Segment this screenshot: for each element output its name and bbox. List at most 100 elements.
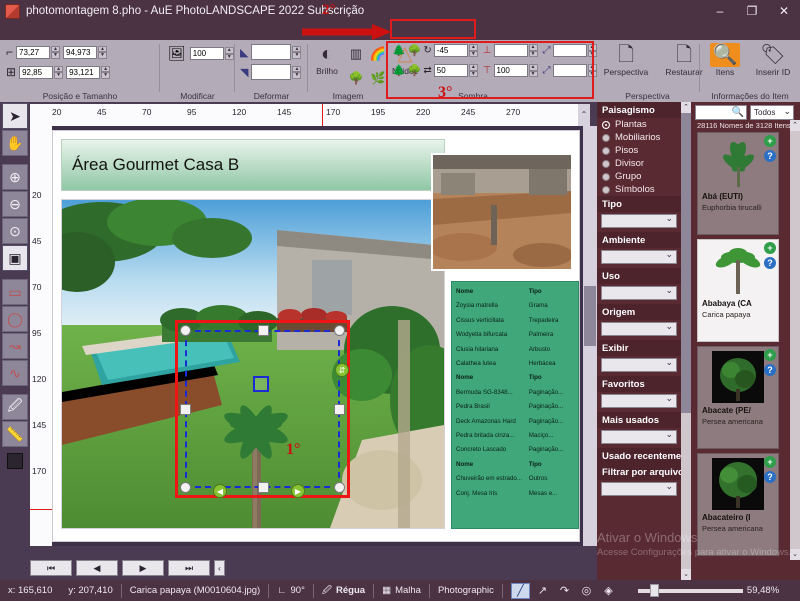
ellipse-tool[interactable]: ◯ (2, 306, 28, 332)
shadow-opacity-down[interactable]: ▼ (528, 70, 538, 77)
contrast-button[interactable]: ▥ 🌳 (346, 42, 366, 90)
circle-snap-tool[interactable]: ◎ (577, 583, 596, 599)
line-draw-tool[interactable]: ╱ (510, 582, 530, 599)
close-button[interactable]: ✕ (768, 0, 800, 22)
category-select[interactable]: Todos ⌄ (750, 105, 794, 120)
shadow-length-input[interactable] (433, 64, 468, 77)
filter-select-uso[interactable] (601, 285, 677, 300)
item-scroll-down[interactable]: ⌄ (790, 549, 800, 560)
first-page-button[interactable]: ⏮ (30, 560, 72, 576)
size-h-stepper[interactable]: ▲▼ (66, 65, 111, 79)
insert-id-button[interactable]: 🏷 Inserir ID (748, 43, 798, 77)
filter-scroll-up[interactable]: ⌃ (681, 102, 691, 113)
items-button[interactable]: 🔍 Itens (702, 43, 748, 77)
radio-simbolos[interactable]: Símbolos (597, 183, 681, 196)
shadow-opacity-input[interactable] (493, 64, 528, 77)
position-x-down[interactable]: ▼ (51, 52, 61, 59)
selection-handle-sw[interactable] (180, 482, 191, 493)
zoom-out-tool[interactable]: ⊖ (2, 191, 28, 217)
freehand-tool[interactable]: ↝ (2, 333, 28, 359)
modify-stepper[interactable]: ▲▼ (189, 47, 234, 60)
zoom-region-tool[interactable]: ▣ (2, 245, 28, 271)
position-y-input[interactable] (63, 45, 98, 59)
polyline-tool[interactable]: ∿ (2, 360, 28, 386)
canvas-scroll-thumb[interactable] (584, 286, 596, 346)
select-arrow-tool[interactable]: ➤ (2, 103, 28, 129)
warp-bottom-icon[interactable]: ◥ (240, 66, 248, 79)
minimize-button[interactable]: – (704, 0, 736, 22)
item-scroll-up[interactable]: ⌃ (790, 120, 800, 131)
list-item[interactable]: Abacateiro (I Persea americana + ? (697, 453, 779, 556)
item-list-scrollbar[interactable]: ⌃ ⌄ (790, 120, 800, 560)
warp-top-input[interactable] (251, 44, 292, 60)
selection-handle-ne[interactable] (334, 325, 345, 336)
measure-ruler-tool[interactable]: 📏 (2, 421, 28, 447)
maximize-button[interactable]: ❐ (736, 0, 768, 22)
modify-down[interactable]: ▼ (224, 53, 234, 60)
add-item-icon[interactable]: + (764, 349, 776, 361)
add-item-icon[interactable]: + (764, 456, 776, 468)
page-sheet[interactable]: Área Gourmet Casa B Nome Tipo Zoysia mat… (52, 130, 580, 542)
grid-toggle[interactable]: ▦ Malha (374, 585, 429, 596)
position-x-input[interactable] (16, 45, 51, 59)
node-snap-tool[interactable]: ◈ (599, 583, 618, 599)
list-item[interactable]: Abá (EUTI) Euphorbia tirucalli + ? (697, 132, 779, 235)
size-h-down[interactable]: ▼ (101, 72, 111, 79)
shadow-angle-stepper[interactable]: ▲▼ (433, 44, 478, 57)
shadow-length-stepper[interactable]: ▲▼ (433, 64, 478, 77)
banner-title-block[interactable]: Área Gourmet Casa B (61, 139, 445, 191)
next-page-button[interactable]: ▶ (122, 560, 164, 576)
horizontal-ruler[interactable]: 20 45 70 95 120 145 170 195 220 245 270 … (30, 104, 590, 126)
filter-select-ambiente[interactable] (601, 249, 677, 264)
zoom-slider[interactable] (637, 584, 743, 597)
zoom-slider-knob[interactable] (649, 584, 659, 597)
flip-right-handle-icon[interactable]: ▶ (291, 484, 305, 498)
last-page-button[interactable]: ⏭ (168, 560, 210, 576)
shadow-angle-down[interactable]: ▼ (468, 50, 478, 57)
brightness-button[interactable]: ◐ Brilho (310, 42, 344, 90)
add-item-icon[interactable]: + (764, 135, 776, 147)
plant-schedule-table[interactable]: Nome Tipo Zoysia matrella Grama Cissus ver… (451, 281, 579, 529)
image-modify-icon[interactable]: 🖼 (168, 45, 186, 62)
zoom-in-tool[interactable]: ⊕ (2, 164, 28, 190)
color-swatch-tool[interactable] (2, 448, 28, 474)
selection-center-handle[interactable] (253, 376, 269, 392)
radio-pisos[interactable]: Pisos (597, 144, 681, 157)
shadow-angle-input[interactable] (433, 44, 468, 57)
hruler-scroll-up[interactable]: ⌃ (578, 104, 590, 126)
position-y-stepper[interactable]: ▲▼ (63, 45, 108, 59)
size-w-stepper[interactable]: ▲▼ (19, 65, 64, 79)
warp-top-down[interactable]: ▼ (292, 52, 302, 59)
shadow-height-down[interactable]: ▼ (528, 50, 538, 57)
radio-grupo[interactable]: Grupo (597, 170, 681, 183)
warp-bottom-down[interactable]: ▼ (292, 72, 302, 79)
vertical-ruler[interactable]: 20 45 70 95 120 145 170 (30, 126, 52, 546)
size-w-input[interactable] (19, 65, 54, 79)
item-help-icon[interactable]: ? (764, 150, 776, 162)
rectangle-tool[interactable]: ▭ (2, 279, 28, 305)
filter-select-tipo[interactable] (601, 213, 677, 228)
warp-bottom-stepper[interactable]: ▲ ▼ (251, 64, 302, 80)
add-item-icon[interactable]: + (764, 242, 776, 254)
selection-handle-e[interactable] (334, 404, 345, 415)
arc-tool[interactable]: ↷ (555, 583, 574, 599)
shadow-blur-stepper[interactable]: ▲▼ (552, 44, 597, 57)
list-item[interactable]: Ababaya (CA Carica papaya + ? (697, 239, 779, 342)
shadow-opacity-stepper[interactable]: ▲▼ (493, 64, 538, 77)
tree-spray-icon[interactable]: 🌿 (371, 66, 386, 90)
prev-page-button[interactable]: ◀ (76, 560, 118, 576)
warp-top-stepper[interactable]: ▲ ▼ (251, 44, 302, 60)
pan-hand-tool[interactable]: ✋ (2, 130, 28, 156)
radio-plantas[interactable]: Plantas (597, 118, 681, 131)
list-item[interactable]: Abacate (PE/ Persea americana + ? (697, 346, 779, 449)
filter-scroll-down[interactable]: ⌄ (681, 569, 691, 580)
page-left-arrow[interactable]: ‹ (214, 560, 225, 576)
selection-bounding-box[interactable]: ⇵ ◀ ▶ 1° (175, 320, 350, 498)
filter-select-mais-usados[interactable] (601, 429, 677, 444)
perspective-button[interactable]: 🗋 Perspectiva (597, 43, 655, 77)
selection-handle-s[interactable] (257, 482, 269, 493)
warp-top-icon[interactable]: ◣ (240, 46, 248, 59)
angle-readout[interactable]: ∟ 90° (269, 585, 313, 596)
filter-select-favoritos[interactable] (601, 393, 677, 408)
tree-green-icon[interactable]: 🌳 (349, 66, 364, 90)
